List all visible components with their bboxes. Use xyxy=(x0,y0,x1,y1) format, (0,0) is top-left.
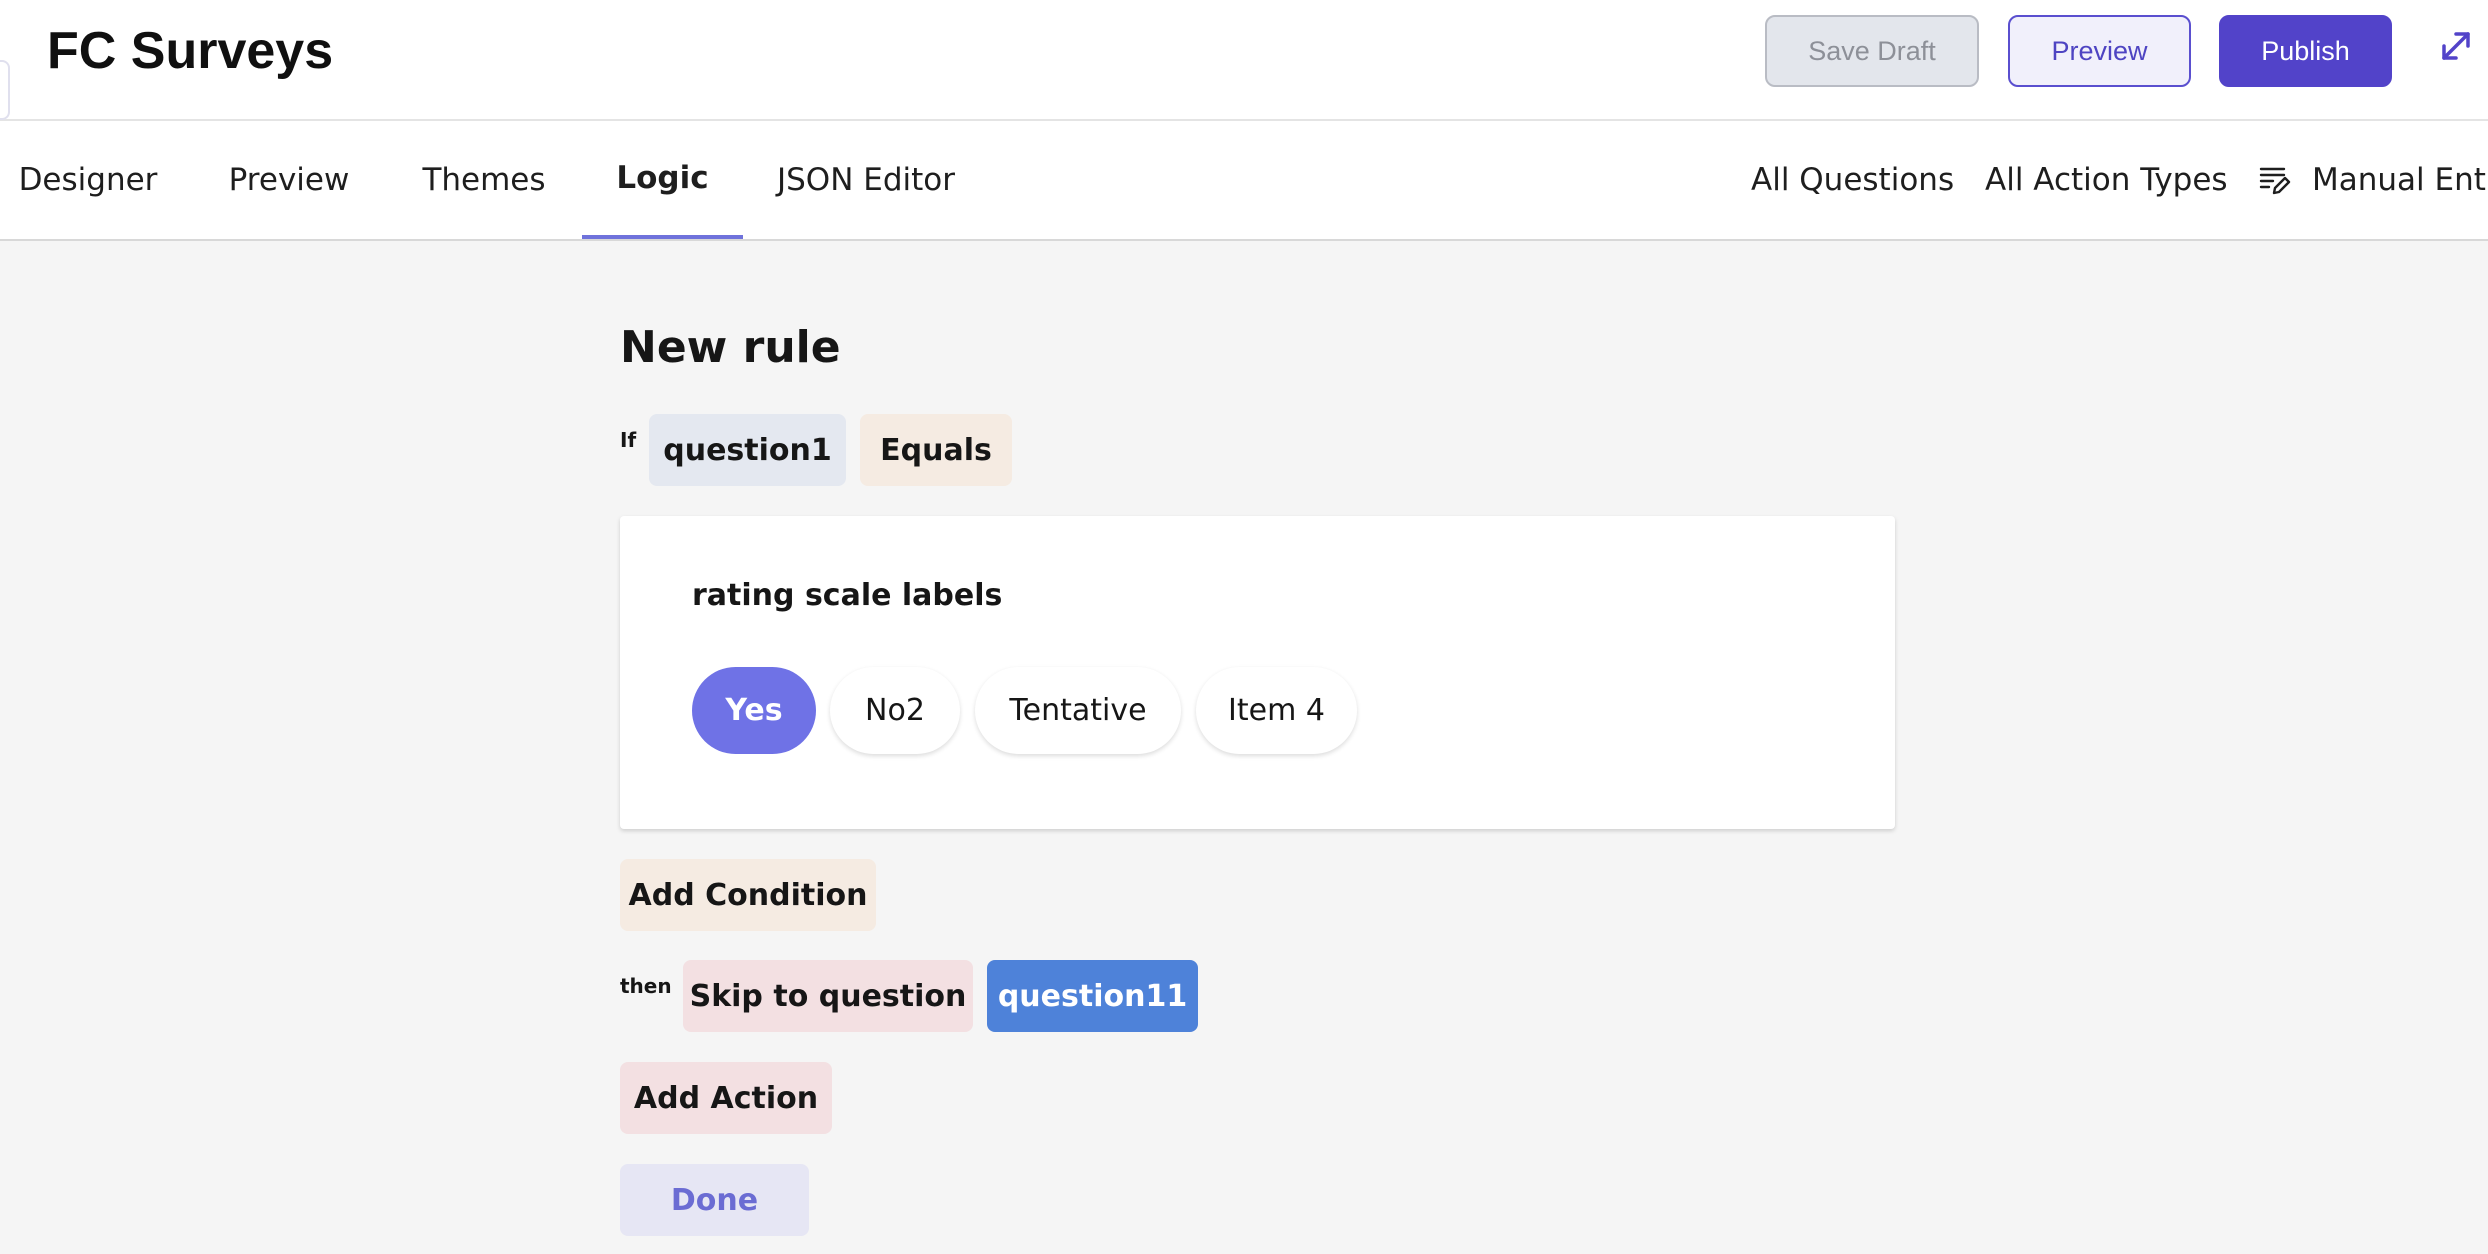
option-item-4[interactable]: Item 4 xyxy=(1196,667,1357,754)
condition-operator-chip[interactable]: Equals xyxy=(860,414,1012,486)
tab-json-editor[interactable]: JSON Editor xyxy=(766,121,966,239)
expand-icon[interactable] xyxy=(2436,26,2476,66)
tab-logic[interactable]: Logic xyxy=(582,121,743,239)
option-yes[interactable]: Yes xyxy=(692,667,816,754)
all-action-types-filter[interactable]: All Action Types xyxy=(1985,121,2228,239)
condition-question-title: rating scale labels xyxy=(692,578,1003,613)
tab-themes[interactable]: Themes xyxy=(405,121,563,239)
all-questions-filter[interactable]: All Questions xyxy=(1751,121,1954,239)
manual-entry-button[interactable]: Manual Entry xyxy=(2258,121,2488,239)
condition-question-chip[interactable]: question1 xyxy=(649,414,846,486)
side-panel-handle[interactable] xyxy=(0,60,10,120)
condition-value-card: rating scale labels Yes No2 Tentative It… xyxy=(620,516,1895,829)
publish-button[interactable]: Publish xyxy=(2219,15,2392,87)
tab-designer[interactable]: Designer xyxy=(0,121,176,239)
app-title: FC Surveys xyxy=(47,22,334,80)
tab-bar: Designer Preview Themes Logic JSON Edito… xyxy=(0,121,2488,241)
top-bar: FC Surveys Save Draft Preview Publish xyxy=(0,0,2488,121)
tab-preview[interactable]: Preview xyxy=(200,121,378,239)
done-button[interactable]: Done xyxy=(620,1164,809,1236)
then-label: then xyxy=(620,974,672,998)
action-type-chip[interactable]: Skip to question xyxy=(683,960,973,1032)
option-no2[interactable]: No2 xyxy=(830,667,960,754)
action-target-chip[interactable]: question11 xyxy=(987,960,1198,1032)
option-tentative[interactable]: Tentative xyxy=(975,667,1181,754)
rule-title: New rule xyxy=(620,322,841,373)
edit-list-icon xyxy=(2259,167,2291,195)
if-label: If xyxy=(620,428,637,452)
add-action-button[interactable]: Add Action xyxy=(620,1062,832,1134)
save-draft-button[interactable]: Save Draft xyxy=(1765,15,1979,87)
add-condition-button[interactable]: Add Condition xyxy=(620,859,876,931)
manual-entry-label: Manual Entry xyxy=(2312,162,2488,198)
preview-button[interactable]: Preview xyxy=(2008,15,2191,87)
